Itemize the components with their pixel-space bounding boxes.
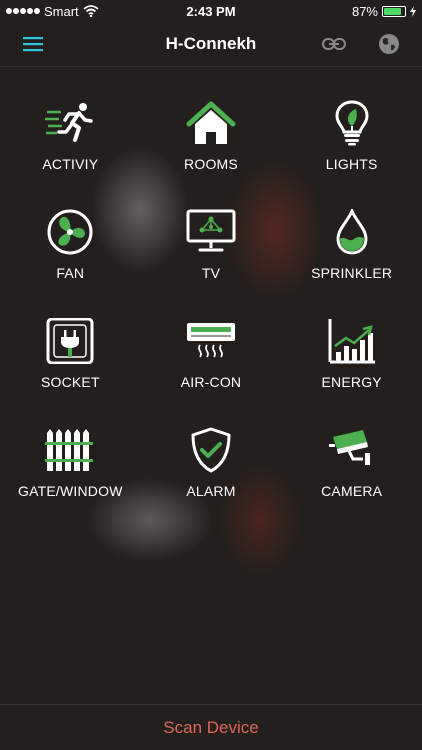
tile-activity[interactable]: ACTIVIY — [0, 100, 141, 172]
energy-chart-icon — [328, 319, 375, 364]
fan-icon — [47, 209, 93, 255]
fence-icon — [45, 429, 94, 471]
running-person-icon — [45, 103, 94, 142]
tile-tv[interactable]: TV — [141, 209, 282, 281]
security-camera-icon — [328, 430, 370, 465]
tile-rooms[interactable]: ROOMS — [141, 100, 282, 172]
tile-alarm[interactable]: ALARM — [141, 427, 282, 499]
tile-energy[interactable]: ENERGY — [281, 318, 422, 390]
tile-label: ROOMS — [184, 156, 238, 172]
tile-label: SPRINKLER — [311, 265, 393, 281]
globe-button[interactable] — [373, 28, 405, 60]
tile-label: GATE/WINDOW — [18, 483, 123, 499]
scan-device-bar[interactable]: Scan Device — [0, 704, 422, 750]
tile-label: AIR-CON — [180, 374, 242, 390]
tile-label: ALARM — [186, 483, 236, 499]
lightbulb-icon — [335, 100, 369, 146]
page-title: H-Connekh — [165, 34, 257, 53]
tile-fan[interactable]: FAN — [0, 209, 141, 281]
tile-label: LIGHTS — [325, 156, 378, 172]
shield-check-icon — [191, 427, 231, 473]
device-grid: ACTIVIY ROOMS LIGHTS FAN TV SPRINKLER SO… — [0, 100, 422, 499]
tile-label: ACTIVIY — [42, 156, 99, 172]
water-drop-icon — [336, 209, 368, 255]
signal-dots-icon — [6, 8, 40, 14]
tile-label: FAN — [56, 265, 85, 281]
tile-label: TV — [201, 265, 221, 281]
status-right: 87% — [352, 4, 416, 19]
tile-camera[interactable]: CAMERA — [281, 427, 422, 499]
plug-socket-icon — [46, 318, 94, 364]
house-icon — [186, 101, 236, 144]
scan-device-button[interactable]: Scan Device — [163, 718, 258, 738]
menu-button[interactable] — [17, 28, 49, 60]
tile-air-con[interactable]: AIR-CON — [141, 318, 282, 390]
battery-level-fill — [384, 7, 402, 15]
tile-sprinkler[interactable]: SPRINKLER — [281, 209, 422, 281]
air-conditioner-icon — [186, 323, 235, 358]
battery-percent: 87% — [351, 3, 378, 19]
charging-bolt-icon — [410, 5, 416, 17]
status-left: Smart — [6, 4, 99, 19]
tile-gate-window[interactable]: GATE/WINDOW — [0, 427, 141, 499]
tile-label: SOCKET — [40, 374, 100, 390]
nav-bar: H-Connekh — [0, 22, 422, 67]
link-button[interactable] — [318, 28, 350, 60]
tile-label: ENERGY — [321, 374, 382, 390]
globe-icon — [379, 34, 399, 54]
tile-socket[interactable]: SOCKET — [0, 318, 141, 390]
tile-lights[interactable]: LIGHTS — [281, 100, 422, 172]
carrier-label: Smart — [44, 3, 79, 19]
status-bar: Smart 2:43 PM 87% — [0, 0, 422, 22]
link-icon — [322, 38, 346, 50]
wifi-icon — [83, 5, 99, 17]
tv-icon — [186, 209, 236, 252]
hamburger-menu-icon — [23, 37, 43, 52]
tile-label: CAMERA — [321, 483, 383, 499]
battery-icon — [382, 5, 406, 17]
